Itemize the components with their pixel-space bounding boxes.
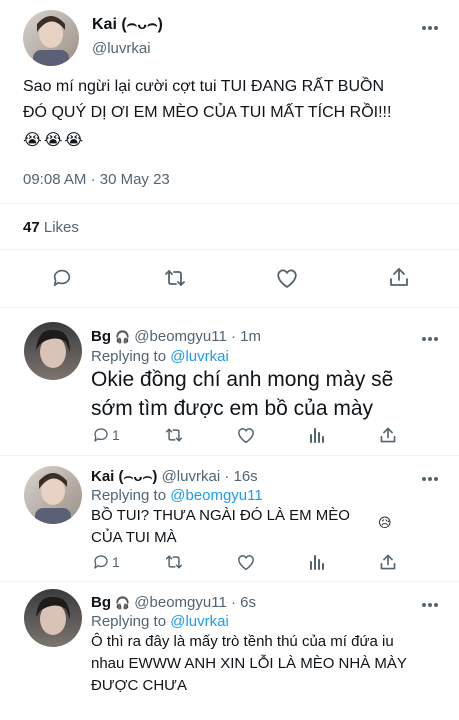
reply-count: 1 <box>112 554 120 570</box>
reply-header: Bg 🎧 @beomgyu11 · 6s <box>91 594 256 611</box>
more-icon[interactable] <box>421 336 439 342</box>
reply-emoji: 😥 <box>378 515 392 530</box>
reply-icon <box>92 553 110 571</box>
tweet-timestamp[interactable]: 09:08 AM · 30 May 23 <box>23 171 170 188</box>
like-icon[interactable] <box>236 553 256 571</box>
replying-handle[interactable]: @beomgyu11 <box>170 487 263 504</box>
divider <box>0 249 459 250</box>
avatar-kai[interactable] <box>23 10 79 66</box>
share-icon[interactable] <box>379 553 397 571</box>
likes-count: 47 <box>23 219 40 236</box>
replying-label: Replying to <box>91 348 167 365</box>
more-icon[interactable] <box>421 602 439 608</box>
divider <box>0 307 459 308</box>
handle[interactable]: @luvrkai <box>92 40 151 57</box>
like-icon[interactable] <box>236 426 256 444</box>
separator-dot: · <box>90 171 96 188</box>
tweet-text-line: Sao mí ngừi lại cười cợt tui TUI ĐANG RẤ… <box>23 78 385 95</box>
share-icon[interactable] <box>388 266 410 288</box>
replying-label: Replying to <box>91 487 167 504</box>
share-icon[interactable] <box>379 426 397 444</box>
headphones-icon: 🎧 <box>115 330 131 344</box>
reply-icon[interactable] <box>51 267 73 289</box>
reply-text-line: Okie đồng chí anh mong mày sẽ <box>91 368 394 391</box>
likes-stat[interactable]: 47 Likes <box>23 219 79 236</box>
reply-header: Kai (⌢ᴗ⌢) @luvrkai · 16s <box>91 468 258 485</box>
replying-to: Replying to @luvrkai <box>91 348 229 365</box>
divider <box>0 203 459 204</box>
display-name[interactable]: Kai (⌢ᴗ⌢) <box>92 16 163 34</box>
reply-text-line: nhau EWWW ANH XIN LỖI LÀ MÈO NHÀ MÀY <box>91 655 407 672</box>
reply-action[interactable]: 1 <box>92 426 120 444</box>
handle[interactable]: @luvrkai <box>162 468 221 485</box>
more-icon[interactable] <box>421 476 439 482</box>
separator-dot: · <box>230 328 236 345</box>
reply-text-line: CỦA TUI MÀ <box>91 529 177 546</box>
reply-header: Bg 🎧 @beomgyu11 · 1m <box>91 328 261 345</box>
avatar-bg[interactable] <box>24 589 82 647</box>
display-name[interactable]: Bg <box>91 594 111 611</box>
avatar-bg[interactable] <box>24 322 82 380</box>
like-icon[interactable] <box>275 267 299 289</box>
handle[interactable]: @beomgyu11 <box>134 594 227 611</box>
analytics-icon[interactable] <box>308 553 326 571</box>
reply-text-line: sớm tìm được em bồ của mày <box>91 397 374 420</box>
divider <box>0 455 459 456</box>
reply-text-line: BỒ TUI? THƯA NGÀI ĐÓ LÀ EM MÈO <box>91 507 350 524</box>
tweet-text-line: ĐÓ QUÝ DỊ ƠI EM MÈO CỦA TUI MẤT TÍCH RỒI… <box>23 104 392 121</box>
display-name[interactable]: Kai (⌢ᴗ⌢) <box>91 468 157 485</box>
replying-to: Replying to @luvrkai <box>91 613 229 630</box>
tweet-emojis: 😭😭😭 <box>23 132 86 149</box>
retweet-icon[interactable] <box>163 267 187 289</box>
analytics-icon[interactable] <box>308 426 326 444</box>
avatar-kai[interactable] <box>24 466 82 524</box>
handle[interactable]: @beomgyu11 <box>134 328 227 345</box>
reply-age[interactable]: 1m <box>240 328 261 345</box>
display-name[interactable]: Bg <box>91 328 111 345</box>
headphones-icon: 🎧 <box>115 596 131 610</box>
tweet-date: 30 May 23 <box>99 171 170 188</box>
replying-label: Replying to <box>91 613 167 630</box>
likes-label: Likes <box>43 219 79 236</box>
reply-text-line: Ô thì ra đây là mấy trò tềnh thú của mí … <box>91 633 394 650</box>
retweet-icon[interactable] <box>164 553 184 571</box>
separator-dot: · <box>224 468 230 485</box>
reply-age[interactable]: 6s <box>240 594 256 611</box>
replying-handle[interactable]: @luvrkai <box>170 613 229 630</box>
replying-to: Replying to @beomgyu11 <box>91 487 263 504</box>
reply-age[interactable]: 16s <box>234 468 258 485</box>
more-icon[interactable] <box>421 25 439 31</box>
reply-icon <box>92 426 110 444</box>
reply-action[interactable]: 1 <box>92 553 120 571</box>
tweet-time: 09:08 AM <box>23 171 87 188</box>
reply-count: 1 <box>112 427 120 443</box>
divider <box>0 581 459 582</box>
separator-dot: · <box>230 594 236 611</box>
reply-text-line: ĐƯỢC CHƯA <box>91 677 187 694</box>
replying-handle[interactable]: @luvrkai <box>170 348 229 365</box>
retweet-icon[interactable] <box>164 426 184 444</box>
